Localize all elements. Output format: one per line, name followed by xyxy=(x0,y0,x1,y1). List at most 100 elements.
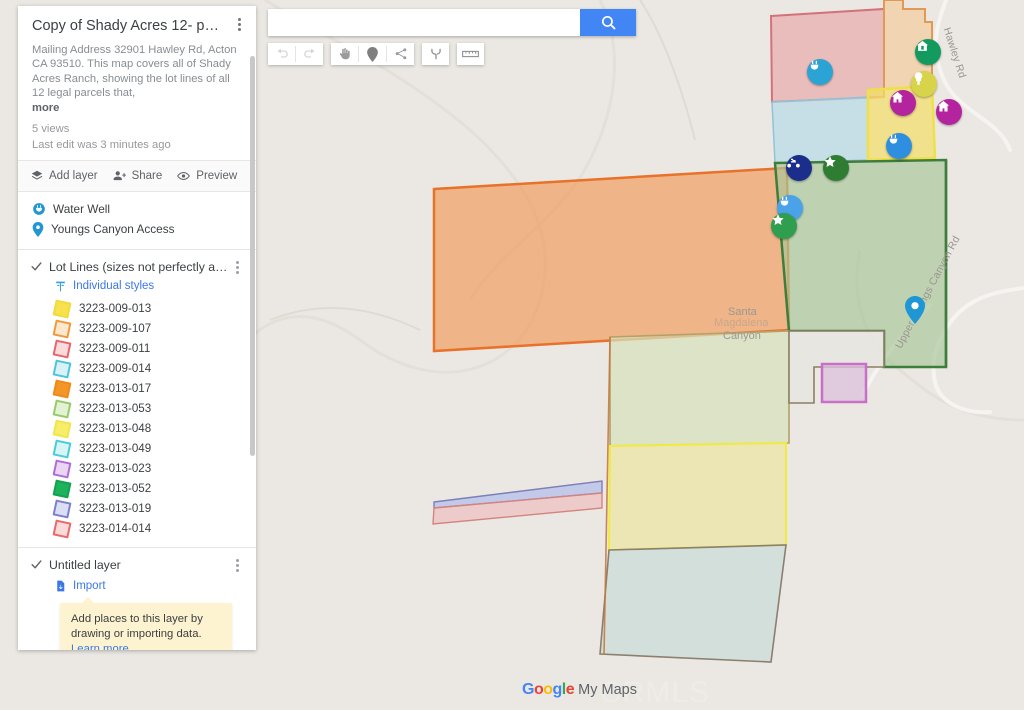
redo-button[interactable] xyxy=(296,43,323,65)
share-button[interactable]: Share xyxy=(112,169,163,183)
map-title: Copy of Shady Acres 12- parcels ... xyxy=(32,18,242,35)
list-item[interactable]: 3223-013-023 xyxy=(54,459,244,479)
star-green-marker[interactable] xyxy=(823,155,849,181)
history-tool-group xyxy=(268,43,323,65)
view-count: 5 views xyxy=(32,123,242,135)
parcel-swatch xyxy=(53,299,72,318)
undo-button[interactable] xyxy=(268,43,295,65)
list-item[interactable]: 3223-009-014 xyxy=(54,359,244,379)
directions-icon xyxy=(429,47,443,61)
draw-line-icon xyxy=(394,47,408,61)
map-pin-icon xyxy=(905,296,925,324)
parcel-label: 3223-009-107 xyxy=(79,322,151,335)
eye-icon xyxy=(176,169,191,183)
parcel-swatch xyxy=(53,319,72,338)
description-more-link[interactable]: more xyxy=(32,102,242,114)
list-item[interactable]: 3223-009-107 xyxy=(54,319,244,339)
list-item[interactable]: 3223-013-019 xyxy=(54,499,244,519)
parcel-label: 3223-013-019 xyxy=(79,502,151,515)
preview-button[interactable]: Preview xyxy=(176,169,237,183)
parcel-label: 3223-009-014 xyxy=(79,362,151,375)
add-layer-label: Add layer xyxy=(49,170,98,182)
parcel-swatch xyxy=(53,519,72,538)
water-well-icon xyxy=(777,195,792,210)
list-item[interactable]: 3223-013-053 xyxy=(54,399,244,419)
measure-button[interactable] xyxy=(457,43,484,65)
map-toolbar[interactable] xyxy=(268,43,484,65)
learn-more-link[interactable]: Learn more xyxy=(71,643,129,650)
list-item[interactable]: 3223-013-048 xyxy=(54,419,244,439)
parcel-polygon-3223-013-023 xyxy=(822,364,866,402)
layer-lot-lines[interactable]: Lot Lines (sizes not perfectly acc... In… xyxy=(18,249,256,547)
import-file-icon xyxy=(54,579,67,593)
panel-scrollbar-thumb[interactable] xyxy=(250,56,255,456)
atv-icon xyxy=(786,155,801,170)
water-well-icon xyxy=(886,133,901,148)
parcel-label: 3223-013-049 xyxy=(79,442,151,455)
house-green-marker[interactable] xyxy=(915,39,941,65)
map-legend-panel[interactable]: Copy of Shady Acres 12- parcels ... Mail… xyxy=(18,6,256,650)
parcel-label: 3223-013-052 xyxy=(79,482,151,495)
select-tool-button[interactable] xyxy=(331,43,358,65)
map-info-header: Copy of Shady Acres 12- parcels ... Mail… xyxy=(18,6,256,160)
layer-untitled-1[interactable]: Untitled layer Import Add places to this… xyxy=(18,547,256,650)
list-item[interactable]: 3223-013-052 xyxy=(54,479,244,499)
parcel-label: 3223-013-017 xyxy=(79,382,151,395)
layers-icon xyxy=(30,169,44,183)
attribution: Google My Maps xyxy=(522,681,637,699)
my-maps-label: My Maps xyxy=(578,682,637,698)
directions-button[interactable] xyxy=(422,43,449,65)
map-pin-icon xyxy=(32,222,44,237)
hand-select-icon xyxy=(338,47,352,61)
water-well-marker[interactable] xyxy=(807,59,833,85)
tree-marker[interactable] xyxy=(911,71,937,97)
house-magenta-marker-2[interactable] xyxy=(936,99,962,125)
parcel-swatch xyxy=(53,439,72,458)
panel-actions: Add layer Share Preview xyxy=(18,160,256,192)
marker-pin-icon xyxy=(366,47,379,62)
add-marker-button[interactable] xyxy=(359,43,386,65)
parcel-polygon-3223-013-048-yellow xyxy=(609,443,786,550)
map-options-kebab-button[interactable] xyxy=(232,18,246,33)
search-bar[interactable] xyxy=(268,9,636,36)
parcel-polygon-3223-013-049 xyxy=(600,545,786,662)
ruler-icon xyxy=(462,49,479,59)
parcel-label: 3223-014-014 xyxy=(79,522,151,535)
star-icon xyxy=(771,213,785,227)
list-item[interactable]: 3223-013-017 xyxy=(54,379,244,399)
import-button[interactable]: Import xyxy=(54,579,244,593)
parcel-label: 3223-009-013 xyxy=(79,302,151,315)
house-lock-icon xyxy=(915,39,930,54)
vehicle-marker[interactable] xyxy=(786,155,812,181)
layer-options-kebab-button[interactable] xyxy=(230,559,244,574)
list-item[interactable]: 3223-009-011 xyxy=(54,339,244,359)
search-input[interactable] xyxy=(268,9,580,36)
parcel-swatch xyxy=(53,359,72,378)
add-layer-button[interactable]: Add layer xyxy=(30,169,98,183)
map-description: Mailing Address 32901 Hawley Rd, Acton C… xyxy=(32,43,242,101)
water-well-icon xyxy=(32,202,46,216)
list-item[interactable]: 3223-013-049 xyxy=(54,439,244,459)
search-icon xyxy=(600,14,617,31)
feature-label: Water Well xyxy=(53,202,110,216)
feature-water-well[interactable]: Water Well xyxy=(18,199,256,219)
parcel-swatch xyxy=(53,339,72,358)
water-well-marker-2[interactable] xyxy=(886,133,912,159)
feature-youngs-canyon-access[interactable]: Youngs Canyon Access xyxy=(18,219,256,240)
layer-visibility-checkbox[interactable] xyxy=(30,260,43,273)
pin-blue-marker[interactable] xyxy=(905,296,925,324)
undo-icon xyxy=(275,47,289,61)
preview-label: Preview xyxy=(196,170,237,182)
panel-scroll-area[interactable]: Copy of Shady Acres 12- parcels ... Mail… xyxy=(18,6,256,650)
list-item[interactable]: 3223-009-013 xyxy=(54,299,244,319)
parcel-list: 3223-009-013 3223-009-107 3223-009-011 3… xyxy=(54,299,244,539)
star-green-marker-2[interactable] xyxy=(771,213,797,239)
draw-line-button[interactable] xyxy=(387,43,414,65)
list-item[interactable]: 3223-014-014 xyxy=(54,519,244,539)
layer-options-kebab-button[interactable] xyxy=(230,261,244,276)
parcel-swatch xyxy=(53,479,72,498)
search-button[interactable] xyxy=(580,9,636,36)
house-magenta-marker[interactable] xyxy=(890,90,916,116)
individual-styles-button[interactable]: Individual styles xyxy=(54,280,244,293)
layer-visibility-checkbox[interactable] xyxy=(30,558,43,571)
